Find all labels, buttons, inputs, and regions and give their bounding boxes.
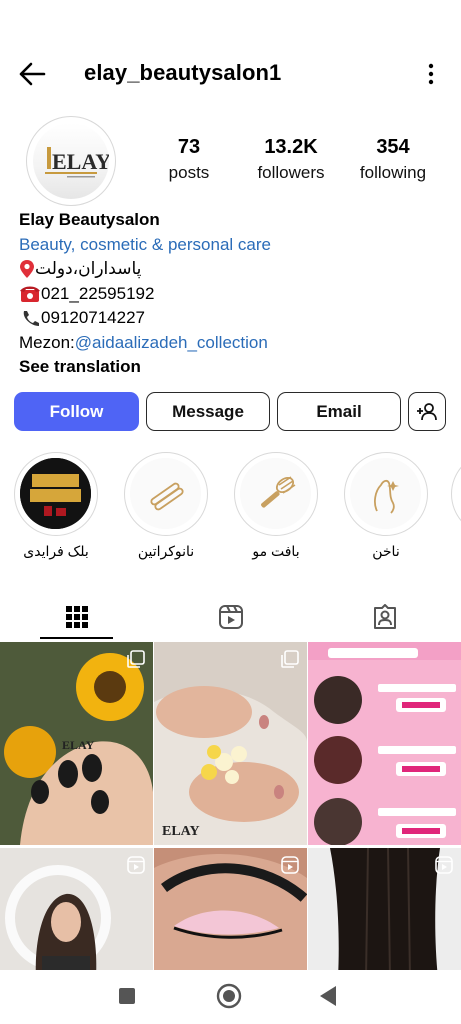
- tab-grid[interactable]: [0, 594, 153, 640]
- stat-posts[interactable]: 73 posts: [134, 134, 244, 186]
- mezon-prefix: Mezon:: [19, 332, 75, 352]
- phone-line-1[interactable]: 021_22595192: [19, 282, 449, 307]
- stat-followers[interactable]: 13.2K followers: [236, 134, 346, 186]
- highlight-nanokeratin[interactable]: نانوکراتین: [121, 452, 211, 560]
- message-button[interactable]: Message: [146, 392, 270, 431]
- top-bar: elay_beautysalon1: [0, 52, 461, 96]
- stat-following[interactable]: 354 following: [338, 134, 448, 186]
- highlight-partial[interactable]: [451, 452, 461, 536]
- email-button[interactable]: Email: [277, 392, 401, 431]
- followers-label: followers: [257, 163, 325, 182]
- highlight-label: نانوکراتین: [137, 543, 195, 559]
- reel-badge-icon: [281, 856, 299, 874]
- phone-2-text: 09120714227: [41, 308, 146, 327]
- tab-tagged[interactable]: [308, 594, 461, 640]
- phone-receiver-icon: [23, 311, 39, 327]
- more-vertical-icon[interactable]: [425, 62, 437, 86]
- black-friday-image: [20, 458, 91, 529]
- address-line: پاسداران،دولت: [19, 257, 449, 282]
- profile-tabs: [0, 594, 461, 640]
- add-user-icon: [417, 402, 437, 420]
- telephone-icon: [20, 286, 40, 302]
- post-thumbnail[interactable]: ELAY: [154, 642, 307, 845]
- avatar[interactable]: ELAY: [26, 116, 116, 206]
- profile-username: elay_beautysalon1: [84, 60, 282, 85]
- reels-icon: [218, 605, 243, 629]
- posts-count: 73: [177, 136, 201, 158]
- profile-category[interactable]: Beauty, cosmetic & personal care: [19, 233, 449, 258]
- mezon-link[interactable]: @aidaalizadeh_collection: [75, 333, 268, 352]
- nail-hand-icon: [373, 479, 399, 514]
- hair-straightener-icon: [149, 482, 184, 510]
- watermark-logo: ELAY: [162, 824, 200, 839]
- reel-badge-icon: [435, 856, 453, 874]
- see-translation-link[interactable]: See translation: [19, 355, 449, 380]
- avatar-logo-text: ELAY: [52, 149, 109, 174]
- tagged-user-icon: [373, 604, 396, 629]
- phone-line-2[interactable]: 09120714227: [19, 306, 449, 331]
- post-thumbnail[interactable]: [308, 642, 461, 845]
- highlight-nails[interactable]: ناخن: [341, 452, 431, 560]
- comb-icon: [260, 475, 295, 508]
- carousel-icon: [281, 650, 299, 668]
- elay-logo-icon: ELAY: [45, 147, 111, 178]
- post-image: [154, 642, 307, 845]
- highlight-black-friday[interactable]: بلک فرایدی: [11, 452, 101, 560]
- highlight-label: ناخن: [372, 543, 400, 559]
- phone-1-text: 021_22595192: [41, 283, 155, 303]
- follow-button[interactable]: Follow: [14, 392, 139, 431]
- address-text: پاسداران،دولت: [35, 259, 142, 278]
- mezon-line: Mezon:@aidaalizadeh_collection: [19, 331, 449, 356]
- tab-reels[interactable]: [154, 594, 307, 640]
- arrow-left-icon[interactable]: [16, 60, 48, 88]
- following-count: 354: [376, 136, 410, 158]
- profile-name: Elay Beautysalon: [19, 210, 160, 229]
- highlight-label: بافت مو: [252, 543, 300, 559]
- location-pin-icon: [20, 260, 34, 279]
- followers-count: 13.2K: [264, 136, 318, 158]
- recent-apps-icon[interactable]: [118, 987, 136, 1005]
- highlight-label: بلک فرایدی: [23, 543, 89, 559]
- system-navigation-bar: [0, 970, 461, 1024]
- add-user-button[interactable]: [408, 392, 446, 431]
- highlight-hair-texture[interactable]: بافت مو: [231, 452, 321, 560]
- active-tab-indicator: [40, 637, 113, 639]
- grid-icon: [65, 606, 88, 628]
- back-icon[interactable]: [318, 985, 338, 1007]
- home-icon[interactable]: [216, 983, 242, 1009]
- posts-label: posts: [168, 163, 210, 182]
- carousel-icon: [127, 650, 145, 668]
- profile-bio: Elay Beautysalon Beauty, cosmetic & pers…: [19, 208, 449, 380]
- post-thumbnail[interactable]: ELAY: [0, 642, 153, 845]
- reel-badge-icon: [127, 856, 145, 874]
- post-image: [308, 642, 461, 845]
- following-label: following: [359, 163, 427, 182]
- watermark-logo: ELAY: [62, 738, 95, 752]
